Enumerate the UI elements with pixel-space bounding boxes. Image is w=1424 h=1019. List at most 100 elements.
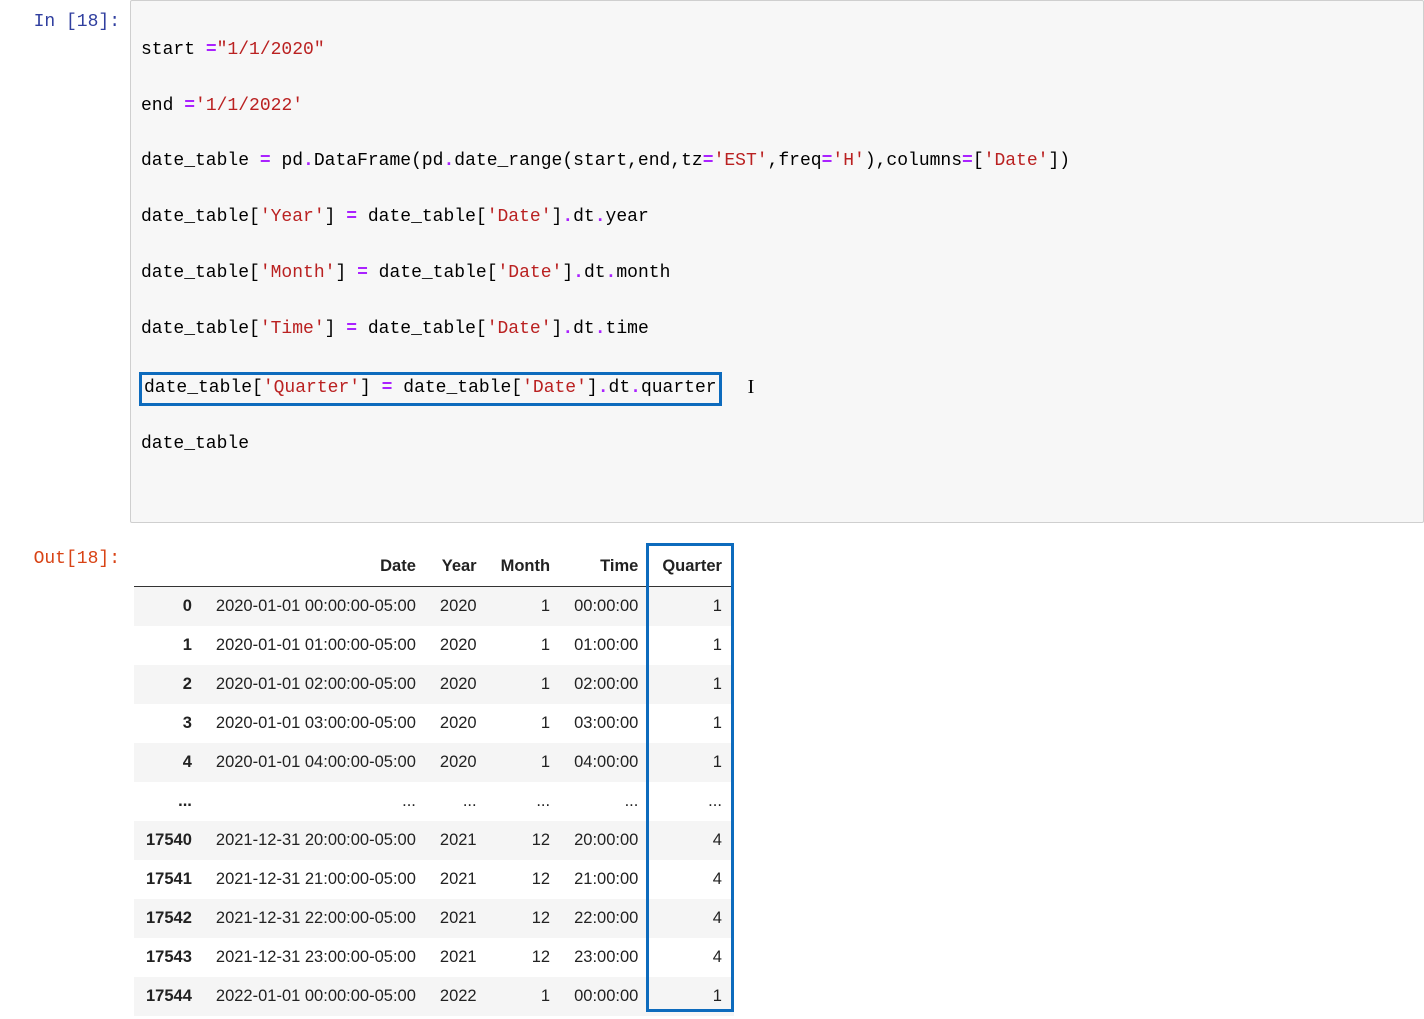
row-index: 4 — [134, 743, 204, 782]
cell-time: 20:00:00 — [562, 821, 650, 860]
col-year: Year — [428, 547, 489, 587]
cell-quarter: ... — [650, 782, 734, 821]
table-row: 02020-01-01 00:00:00-05:002020100:00:001 — [134, 587, 734, 627]
cell-time: 01:00:00 — [562, 626, 650, 665]
cell-quarter: 1 — [650, 626, 734, 665]
cell-date: 2022-01-01 00:00:00-05:00 — [204, 977, 428, 1016]
cell-date: 2021-12-31 22:00:00-05:00 — [204, 899, 428, 938]
cell-time: 22:00:00 — [562, 899, 650, 938]
code-line-6[interactable]: date_table['Time'] = date_table['Date'].… — [141, 316, 1413, 344]
input-cell: In [18]: start ="1/1/2020" end ='1/1/202… — [0, 0, 1424, 523]
row-index: ... — [134, 782, 204, 821]
cell-time: 03:00:00 — [562, 704, 650, 743]
notebook: In [18]: start ="1/1/2020" end ='1/1/202… — [0, 0, 1424, 1019]
row-index: 1 — [134, 626, 204, 665]
cell-date: ... — [204, 782, 428, 821]
cell-month: 1 — [489, 977, 562, 1016]
table-body: 02020-01-01 00:00:00-05:002020100:00:001… — [134, 587, 734, 1017]
cell-year: 2020 — [428, 743, 489, 782]
col-index — [134, 547, 204, 587]
code-line-8[interactable]: date_table — [141, 431, 1413, 459]
cell-time: 00:00:00 — [562, 587, 650, 627]
code-line-4[interactable]: date_table['Year'] = date_table['Date'].… — [141, 204, 1413, 232]
col-date: Date — [204, 547, 428, 587]
output-area: Date Year Month Time Quarter 02020-01-01… — [130, 537, 1424, 1019]
cell-month: 12 — [489, 860, 562, 899]
dataframe-table: Date Year Month Time Quarter 02020-01-01… — [134, 547, 734, 1016]
table-header: Date Year Month Time Quarter — [134, 547, 734, 587]
row-index: 17541 — [134, 860, 204, 899]
table-row: 175422021-12-31 22:00:00-05:0020211222:0… — [134, 899, 734, 938]
table-row: 175412021-12-31 21:00:00-05:0020211221:0… — [134, 860, 734, 899]
row-index: 3 — [134, 704, 204, 743]
cell-year: 2021 — [428, 938, 489, 977]
input-prompt: In [18]: — [0, 0, 130, 35]
col-time: Time — [562, 547, 650, 587]
cell-month: 1 — [489, 665, 562, 704]
cell-date: 2020-01-01 02:00:00-05:00 — [204, 665, 428, 704]
code-line-3[interactable]: date_table = pd.DataFrame(pd.date_range(… — [141, 148, 1413, 176]
row-index: 0 — [134, 587, 204, 627]
code-line-2[interactable]: end ='1/1/2022' — [141, 93, 1413, 121]
table-row: 175442022-01-01 00:00:00-05:002022100:00… — [134, 977, 734, 1016]
table-row: 12020-01-01 01:00:00-05:002020101:00:001 — [134, 626, 734, 665]
code-line-5[interactable]: date_table['Month'] = date_table['Date']… — [141, 260, 1413, 288]
cell-year: 2020 — [428, 665, 489, 704]
code-line-1[interactable]: start ="1/1/2020" — [141, 37, 1413, 65]
cell-month: 12 — [489, 938, 562, 977]
table-row: 32020-01-01 03:00:00-05:002020103:00:001 — [134, 704, 734, 743]
col-month: Month — [489, 547, 562, 587]
cell-month: 1 — [489, 743, 562, 782]
cell-year: 2020 — [428, 704, 489, 743]
code-editor[interactable]: start ="1/1/2020" end ='1/1/2022' date_t… — [130, 0, 1424, 523]
text-cursor-icon: I — [748, 372, 749, 403]
cell-year: 2021 — [428, 899, 489, 938]
cell-time: 21:00:00 — [562, 860, 650, 899]
cell-time: 04:00:00 — [562, 743, 650, 782]
cell-year: ... — [428, 782, 489, 821]
cell-quarter: 4 — [650, 899, 734, 938]
cell-year: 2020 — [428, 626, 489, 665]
cell-date: 2021-12-31 20:00:00-05:00 — [204, 821, 428, 860]
cell-date: 2020-01-01 00:00:00-05:00 — [204, 587, 428, 627]
highlighted-code: date_table['Quarter'] = date_table['Date… — [139, 372, 722, 406]
table-row: 22020-01-01 02:00:00-05:002020102:00:001 — [134, 665, 734, 704]
cell-year: 2021 — [428, 860, 489, 899]
cell-date: 2021-12-31 21:00:00-05:00 — [204, 860, 428, 899]
cell-time: 23:00:00 — [562, 938, 650, 977]
cell-quarter: 1 — [650, 587, 734, 627]
row-index: 2 — [134, 665, 204, 704]
cell-month: 12 — [489, 899, 562, 938]
cell-quarter: 1 — [650, 704, 734, 743]
output-prompt: Out[18]: — [0, 537, 130, 572]
table-row: .................. — [134, 782, 734, 821]
output-cell: Out[18]: Date Year Month Time Quarter — [0, 537, 1424, 1019]
code-line-7[interactable]: date_table['Quarter'] = date_table['Date… — [141, 372, 1413, 403]
cell-month: 1 — [489, 626, 562, 665]
cell-quarter: 4 — [650, 821, 734, 860]
cell-quarter: 4 — [650, 860, 734, 899]
cell-quarter: 1 — [650, 743, 734, 782]
cell-year: 2022 — [428, 977, 489, 1016]
table-row: 42020-01-01 04:00:00-05:002020104:00:001 — [134, 743, 734, 782]
cell-date: 2020-01-01 01:00:00-05:00 — [204, 626, 428, 665]
cell-month: 1 — [489, 587, 562, 627]
cell-month: 12 — [489, 821, 562, 860]
table-row: 175402021-12-31 20:00:00-05:0020211220:0… — [134, 821, 734, 860]
cell-date: 2020-01-01 03:00:00-05:00 — [204, 704, 428, 743]
cell-time: 02:00:00 — [562, 665, 650, 704]
row-index: 17544 — [134, 977, 204, 1016]
cell-time: ... — [562, 782, 650, 821]
cell-month: ... — [489, 782, 562, 821]
col-quarter: Quarter — [650, 547, 734, 587]
cell-date: 2021-12-31 23:00:00-05:00 — [204, 938, 428, 977]
cell-year: 2020 — [428, 587, 489, 627]
cell-date: 2020-01-01 04:00:00-05:00 — [204, 743, 428, 782]
row-index: 17543 — [134, 938, 204, 977]
cell-quarter: 1 — [650, 977, 734, 1016]
table-row: 175432021-12-31 23:00:00-05:0020211223:0… — [134, 938, 734, 977]
cell-quarter: 4 — [650, 938, 734, 977]
cell-month: 1 — [489, 704, 562, 743]
cell-time: 00:00:00 — [562, 977, 650, 1016]
row-index: 17540 — [134, 821, 204, 860]
